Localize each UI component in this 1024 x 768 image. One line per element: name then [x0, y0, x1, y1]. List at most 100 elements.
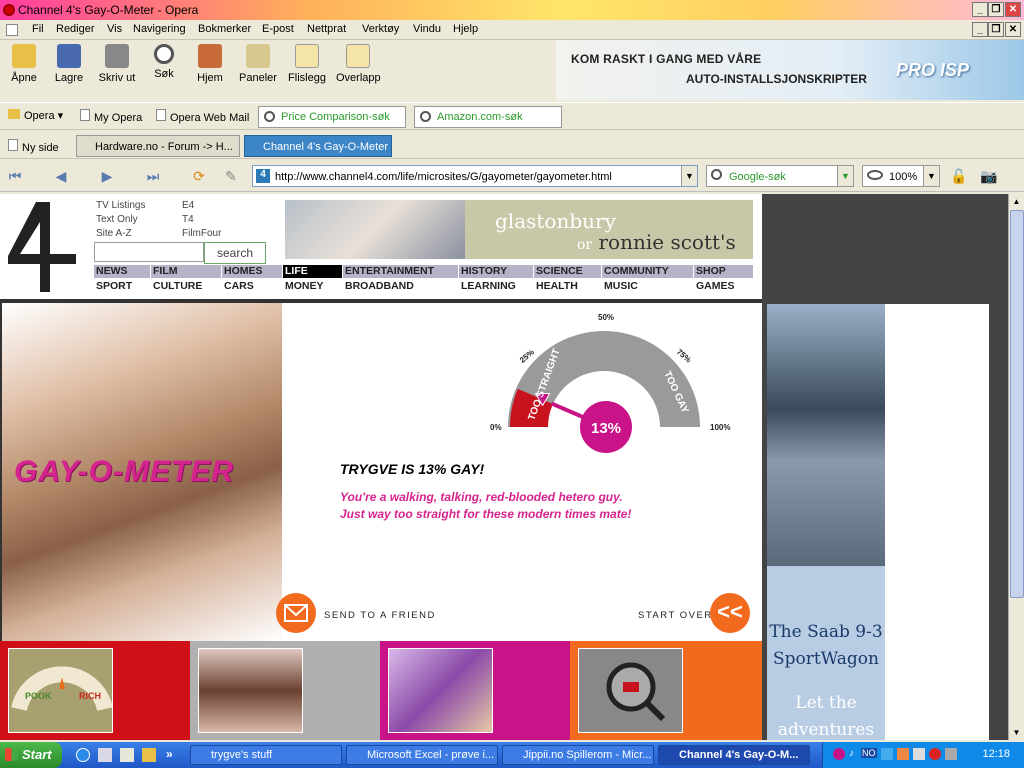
nav-health[interactable]: HEALTH — [534, 280, 601, 293]
language-indicator[interactable]: NO — [861, 748, 877, 758]
camera-icon[interactable]: 📷 — [980, 168, 998, 184]
menu-navigering[interactable]: Navigering — [133, 23, 186, 35]
back-icon[interactable]: ◀ — [52, 168, 70, 184]
nav-cars[interactable]: CARS — [222, 280, 282, 293]
tray-icon-4[interactable] — [929, 748, 941, 760]
price-comparison-search[interactable]: Price Comparison-søk — [258, 106, 406, 128]
network-icon[interactable] — [881, 748, 893, 760]
link-t4[interactable]: T4 — [182, 213, 221, 227]
pro-isp-ad-banner[interactable]: KOM RASKT I GANG MED VÅRE AUTO-INSTALLSJ… — [556, 40, 1024, 100]
task-excel[interactable]: Microsoft Excel - prøve i... — [346, 745, 498, 765]
nav-games[interactable]: GAMES — [694, 280, 753, 293]
vertical-scrollbar[interactable]: ▲ ▼ — [1008, 194, 1024, 740]
address-dropdown-icon[interactable]: ▼ — [681, 166, 697, 186]
search-button[interactable]: Søk — [142, 44, 186, 80]
menu-hjelp[interactable]: Hjelp — [453, 23, 478, 35]
cascade-button[interactable]: Overlapp — [336, 44, 381, 84]
doc-restore-button[interactable]: ❐ — [988, 22, 1004, 37]
c4-search-button[interactable]: search — [204, 242, 266, 264]
nav-culture[interactable]: CULTURE — [151, 280, 221, 293]
link-e4[interactable]: E4 — [182, 199, 221, 213]
bookmark-my-opera[interactable]: My Opera — [80, 109, 142, 124]
nav-shop[interactable]: SHOP — [694, 265, 753, 278]
promo-tile-4[interactable] — [570, 641, 762, 740]
bookmark-web-mail[interactable]: Opera Web Mail — [156, 109, 249, 124]
google-search-input[interactable]: Google-søk ▼ — [706, 165, 854, 187]
task-jippii[interactable]: Jippii.no Spillerom - Micr... — [502, 745, 654, 765]
tab-gayometer[interactable]: Channel 4's Gay-O-Meter — [244, 135, 392, 157]
nav-broadband[interactable]: BROADBAND — [343, 280, 458, 293]
nav-entertainment[interactable]: ENTERTAINMENT — [343, 265, 458, 278]
tray-icon-2[interactable] — [897, 748, 909, 760]
start-over-label[interactable]: START OVER — [638, 610, 713, 621]
forward-icon[interactable]: ▶ — [98, 168, 116, 184]
amazon-search[interactable]: Amazon.com-søk — [414, 106, 562, 128]
home-button[interactable]: Hjem — [188, 44, 232, 84]
start-over-button[interactable]: << — [710, 593, 750, 633]
lock-icon[interactable]: 🔓 — [950, 168, 968, 184]
nav-film[interactable]: FILM — [151, 265, 221, 278]
address-input[interactable]: 4 http://www.channel4.com/life/microsite… — [252, 165, 698, 187]
nav-community[interactable]: COMMUNITY — [602, 265, 693, 278]
promo-tile-3[interactable] — [380, 641, 570, 740]
nav-money[interactable]: MONEY — [283, 280, 342, 293]
zoom-dropdown-icon[interactable]: ▼ — [923, 166, 939, 186]
glastonbury-banner[interactable]: glastonbury or ronnie scott's — [285, 200, 753, 259]
task-trygves-stuff[interactable]: trygve's stuff — [190, 745, 342, 765]
nav-music[interactable]: MUSIC — [602, 280, 693, 293]
tray-icon-3[interactable] — [913, 748, 925, 760]
ie-icon[interactable] — [76, 748, 90, 762]
bookmark-opera[interactable]: Opera ▾ — [8, 109, 63, 122]
doc-close-button[interactable]: ✕ — [1005, 22, 1021, 37]
tray-icon-5[interactable] — [945, 748, 957, 760]
tray-app-icon[interactable] — [833, 748, 845, 760]
promo-tile-2[interactable] — [190, 641, 380, 740]
start-button[interactable]: Start — [0, 742, 62, 768]
minimize-button[interactable]: _ — [972, 2, 988, 17]
scroll-down-icon[interactable]: ▼ — [1009, 725, 1024, 740]
menu-fil[interactable]: Fil — [32, 23, 44, 35]
nav-life[interactable]: LIFE — [283, 265, 342, 278]
promo-tile-1[interactable]: POOK RICH — [0, 641, 190, 740]
menu-nettprat[interactable]: Nettprat — [307, 23, 346, 35]
menu-vindu[interactable]: Vindu — [413, 23, 441, 35]
nav-science[interactable]: SCIENCE — [534, 265, 601, 278]
nav-news[interactable]: NEWS — [94, 265, 150, 278]
open-button[interactable]: Åpne — [2, 44, 46, 84]
menu-rediger[interactable]: Rediger — [56, 23, 95, 35]
volume-icon[interactable]: ♪ — [849, 748, 854, 759]
edit-icon[interactable]: ✎ — [222, 168, 240, 184]
menu-epost[interactable]: E-post — [262, 23, 294, 35]
maximize-button[interactable]: ❐ — [988, 2, 1004, 17]
saab-ad[interactable]: The Saab 9-3 SportWagon Let the adventur… — [767, 304, 885, 740]
desktop-icon[interactable] — [120, 748, 134, 762]
search-dropdown-icon[interactable]: ▼ — [837, 166, 853, 186]
fast-forward-icon[interactable]: ⏭ — [144, 168, 162, 184]
c4-search-input[interactable] — [94, 242, 204, 262]
channel4-logo[interactable] — [6, 200, 78, 294]
link-site-az[interactable]: Site A-Z — [96, 227, 145, 241]
menu-bokmerker[interactable]: Bokmerker — [198, 23, 251, 35]
send-to-friend-button[interactable] — [276, 593, 316, 633]
nav-sport[interactable]: SPORT — [94, 280, 150, 293]
zoom-select[interactable]: 100% ▼ — [862, 165, 940, 187]
menu-verktoy[interactable]: Verktøy — [362, 23, 399, 35]
task-opera[interactable]: Channel 4's Gay-O-M... — [658, 745, 810, 765]
scroll-up-icon[interactable]: ▲ — [1009, 194, 1024, 209]
nav-homes[interactable]: HOMES — [222, 265, 282, 278]
print-button[interactable]: Skriv ut — [95, 44, 139, 84]
link-filmfour[interactable]: FilmFour — [182, 227, 221, 241]
reload-icon[interactable]: ⟳ — [190, 168, 208, 184]
link-tv-listings[interactable]: TV Listings — [96, 199, 145, 213]
tab-hardware[interactable]: Hardware.no - Forum -> H... — [76, 135, 240, 157]
doc-minimize-button[interactable]: _ — [972, 22, 988, 37]
link-text-only[interactable]: Text Only — [96, 213, 145, 227]
nav-learning[interactable]: LEARNING — [459, 280, 533, 293]
send-to-friend-label[interactable]: SEND TO A FRIEND — [324, 610, 436, 621]
rewind-icon[interactable]: ⏮ — [6, 168, 24, 184]
nav-history[interactable]: HISTORY — [459, 265, 533, 278]
close-button[interactable]: ✕ — [1005, 2, 1021, 17]
more-chevron-icon[interactable]: » — [166, 747, 173, 761]
tile-button[interactable]: Flislegg — [285, 44, 329, 84]
quicklaunch-icon[interactable] — [142, 748, 156, 762]
